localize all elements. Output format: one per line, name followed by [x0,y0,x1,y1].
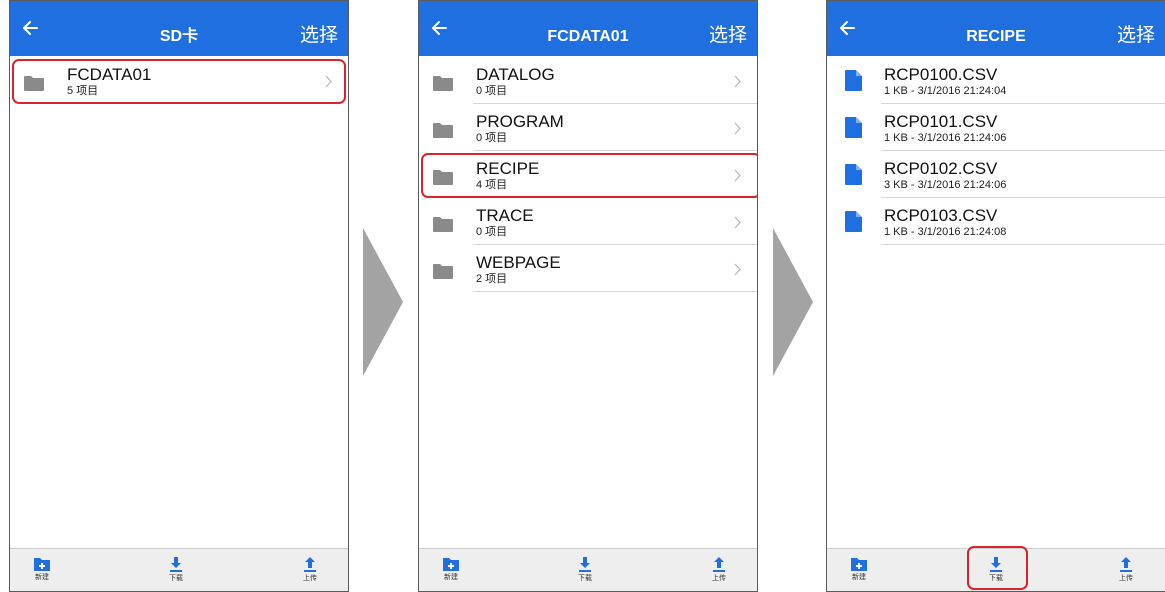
list-item-trace[interactable]: TRACE 0 项目 [419,198,757,245]
phone-screen-fcdata01: FCDATA01 选择 DATALOG 0 项目 PROGRAM 0 项目 RE… [418,0,758,592]
item-name: PROGRAM [476,112,564,131]
list-item-webpage[interactable]: WEBPAGE 2 项目 [419,245,757,292]
file-icon [845,164,862,185]
upload-button[interactable]: 上传 [699,557,739,583]
new-folder-icon [34,558,50,571]
bottom-toolbar: 新建 下载 上传 [10,548,348,591]
download-icon [990,557,1002,572]
flow-arrow-icon [773,228,813,376]
upload-button[interactable]: 上传 [1106,557,1146,583]
download-label: 下载 [989,575,1003,582]
row-divider [881,244,1165,245]
list-item-fcdata01[interactable]: FCDATA01 5 项目 [10,57,348,104]
item-details: 1 KB - 3/1/2016 21:24:04 [884,85,1007,97]
header-bar: RECIPE 选择 [827,1,1165,56]
chevron-right-icon [734,75,741,88]
folder-icon [24,76,44,91]
item-count: 0 项目 [476,85,508,97]
download-button[interactable]: 下载 [156,557,196,583]
download-label: 下载 [578,575,592,582]
new-label: 新建 [35,574,49,581]
item-name: FCDATA01 [67,65,152,84]
download-label: 下载 [169,575,183,582]
item-name: RECIPE [476,159,540,178]
chevron-right-icon [734,122,741,135]
chevron-right-icon [734,216,741,229]
chevron-right-icon [734,263,741,276]
screen-title: RECIPE [966,28,1026,45]
folder-icon [433,123,453,138]
upload-icon [1120,557,1132,572]
item-name: RCP0100.CSV [884,65,998,84]
upload-icon [713,557,725,572]
upload-button[interactable]: 上传 [290,557,330,583]
new-folder-icon [443,558,459,571]
select-button[interactable]: 选择 [300,25,338,47]
bottom-toolbar: 新建 下载 上传 [827,548,1165,591]
new-label: 新建 [852,574,866,581]
row-divider [473,291,757,292]
item-name: RCP0101.CSV [884,112,998,131]
file-list: DATALOG 0 项目 PROGRAM 0 项目 RECIPE 4 项目 TR… [419,57,757,292]
item-count: 2 项目 [476,273,508,285]
item-count: 4 项目 [476,179,508,191]
file-icon [845,211,862,232]
item-count: 5 项目 [67,85,99,97]
item-count: 0 项目 [476,132,508,144]
upload-label: 上传 [712,575,726,582]
file-list: FCDATA01 5 项目 [10,57,348,104]
list-item-program[interactable]: PROGRAM 0 项目 [419,104,757,151]
new-folder-button[interactable]: 新建 [431,557,471,582]
screen-title: FCDATA01 [547,28,629,45]
list-item-rcp0102[interactable]: RCP0102.CSV 3 KB - 3/1/2016 21:24:06 [827,151,1165,198]
download-icon [170,557,182,572]
folder-icon [433,264,453,279]
flow-arrow-icon [363,228,403,376]
new-label: 新建 [444,574,458,581]
list-item-datalog[interactable]: DATALOG 0 项目 [419,57,757,104]
item-name: DATALOG [476,65,555,84]
new-folder-button[interactable]: 新建 [839,557,879,582]
new-folder-button[interactable]: 新建 [22,557,62,582]
item-name: RCP0102.CSV [884,159,998,178]
item-details: 1 KB - 3/1/2016 21:24:08 [884,226,1007,238]
screen-title: SD卡 [159,28,199,45]
item-count: 0 项目 [476,226,508,238]
header-bar: FCDATA01 选择 [419,1,757,56]
folder-icon [433,217,453,232]
new-folder-icon [851,558,867,571]
download-button[interactable]: 下载 [976,557,1016,583]
upload-icon [304,557,316,572]
download-button[interactable]: 下载 [565,557,605,583]
download-icon [579,557,591,572]
file-icon [845,70,862,91]
bottom-toolbar: 新建 下载 上传 [419,548,757,591]
item-name: WEBPAGE [476,253,561,272]
list-item-rcp0101[interactable]: RCP0101.CSV 1 KB - 3/1/2016 21:24:06 [827,104,1165,151]
phone-screen-recipe: RECIPE 选择 RCP0100.CSV 1 KB - 3/1/2016 21… [826,0,1165,592]
chevron-right-icon [734,169,741,182]
item-name: RCP0103.CSV [884,206,998,225]
item-name: TRACE [476,206,534,225]
item-details: 3 KB - 3/1/2016 21:24:06 [884,179,1007,191]
item-details: 1 KB - 3/1/2016 21:24:06 [884,132,1007,144]
upload-label: 上传 [1119,575,1133,582]
file-list: RCP0100.CSV 1 KB - 3/1/2016 21:24:04 RCP… [827,57,1165,245]
folder-icon [433,170,453,185]
folder-icon [433,76,453,91]
header-bar: SD卡 选择 [10,1,348,56]
list-item-rcp0100[interactable]: RCP0100.CSV 1 KB - 3/1/2016 21:24:04 [827,57,1165,104]
phone-screen-sd-card: SD卡 选择 FCDATA01 5 项目 新建 下载 上传 [9,0,349,592]
select-button[interactable]: 选择 [1117,25,1155,47]
upload-label: 上传 [303,575,317,582]
chevron-right-icon [325,75,332,88]
list-item-recipe[interactable]: RECIPE 4 项目 [419,151,757,198]
select-button[interactable]: 选择 [709,25,747,47]
file-icon [845,117,862,138]
list-item-rcp0103[interactable]: RCP0103.CSV 1 KB - 3/1/2016 21:24:08 [827,198,1165,245]
